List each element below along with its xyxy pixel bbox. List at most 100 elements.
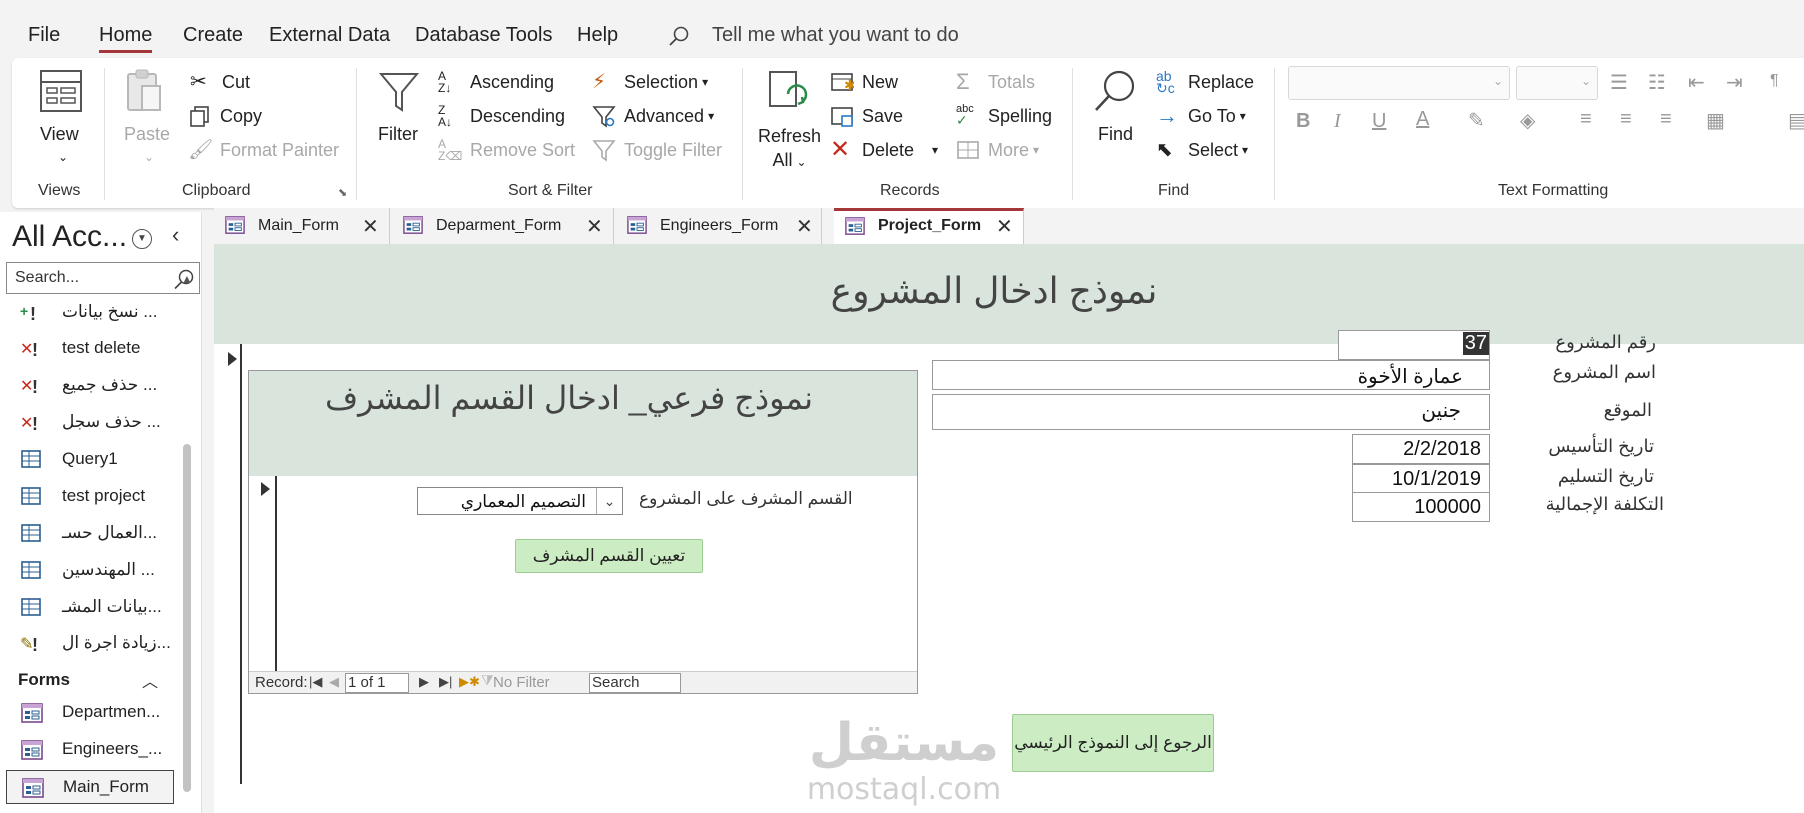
subform-record-selector[interactable] (249, 476, 277, 672)
menu-database-tools[interactable]: Database Tools (415, 24, 553, 47)
view-button[interactable]: View (40, 124, 79, 145)
nav-pane-title[interactable]: All Acc... (12, 220, 127, 254)
align-right-icon[interactable]: ≡ (1660, 108, 1672, 131)
select-button[interactable]: ⬉ Select ▾ (1156, 138, 1248, 162)
tell-me-search[interactable]: Tell me what you want to do (712, 24, 959, 47)
first-record-icon[interactable]: |◀ (309, 674, 322, 690)
paste-dropdown-icon[interactable]: ⌄ (144, 150, 154, 164)
increase-indent-icon[interactable]: ⇥ (1726, 70, 1743, 95)
nav-item-query[interactable]: ✕! test delete (0, 332, 172, 366)
nav-item-form-selected[interactable]: Main_Form (6, 770, 174, 804)
nav-search-input[interactable]: Search... (6, 262, 200, 294)
decrease-indent-icon[interactable]: ⇤ (1688, 70, 1705, 95)
nav-item-form[interactable]: Departmen... (0, 696, 172, 730)
gridlines-icon[interactable]: ▦ (1706, 108, 1725, 133)
scrollbar-thumb[interactable] (183, 444, 191, 792)
nav-item-query[interactable]: +! نسخ بيانات ... (0, 296, 172, 330)
font-color-icon[interactable]: A (1416, 108, 1429, 131)
italic-icon[interactable]: I (1334, 110, 1341, 133)
totals-button[interactable]: Σ Totals (956, 70, 1035, 94)
prev-record-icon[interactable]: ◀ (329, 674, 339, 690)
record-selector[interactable] (214, 344, 242, 784)
assign-dept-button[interactable]: تعيين القسم المشرف (515, 539, 703, 573)
selection-button[interactable]: ⚡ Selection ▾ (592, 70, 708, 94)
nav-item-query[interactable]: العمال حسـ... (0, 517, 172, 551)
tab-engineers-form[interactable]: Engineers_Form ✕ (616, 208, 822, 244)
menu-home[interactable]: Home (99, 24, 153, 53)
goto-button[interactable]: → Go To ▾ (1156, 104, 1246, 128)
delete-record-button[interactable]: ✕ Delete ▾ (830, 138, 938, 162)
forms-section-header[interactable]: Forms (18, 670, 70, 690)
filter-button[interactable]: Filter (378, 124, 418, 145)
highlight-icon[interactable]: ✎ (1468, 108, 1485, 133)
collapse-section-icon[interactable]: ︿ (142, 668, 158, 692)
no-filter-indicator[interactable]: No Filter (493, 674, 550, 691)
save-record-button[interactable]: Save (830, 104, 903, 128)
paragraph-icon[interactable]: ¶ (1770, 72, 1779, 90)
paste-button[interactable]: Paste (124, 124, 170, 145)
tab-deparment-form[interactable]: Deparment_Form ✕ (392, 208, 614, 244)
menu-external-data[interactable]: External Data (269, 24, 390, 47)
advanced-button[interactable]: Advanced ▾ (592, 104, 714, 128)
close-icon[interactable]: ✕ (586, 214, 603, 239)
nav-item-query[interactable]: Query1 (0, 443, 172, 477)
copy-button[interactable]: Copy (188, 104, 262, 128)
filter-icon[interactable] (378, 70, 420, 114)
spelling-button[interactable]: abc ✓ Spelling (956, 104, 1052, 128)
refresh-icon[interactable] (766, 68, 808, 114)
close-icon[interactable]: ✕ (796, 214, 813, 239)
tab-main-form[interactable]: Main_Form ✕ (214, 208, 390, 244)
numbering-icon[interactable]: ☷ (1648, 70, 1666, 95)
bullets-icon[interactable]: ☰ (1610, 70, 1628, 95)
align-center-icon[interactable]: ≡ (1620, 108, 1632, 131)
nav-scrollbar[interactable]: ▲ (180, 272, 194, 792)
bold-icon[interactable]: B (1296, 110, 1310, 133)
nav-item-query[interactable]: ✕! حذف جميع ... (0, 369, 172, 403)
dialog-launcher-icon[interactable]: ⬊ (338, 186, 347, 199)
descending-button[interactable]: Z A↓ Descending (438, 104, 565, 128)
find-button[interactable]: Find (1098, 124, 1133, 145)
nav-item-form[interactable]: Engineers_... (0, 733, 172, 767)
view-dropdown-icon[interactable]: ⌄ (58, 150, 68, 164)
nav-item-query[interactable]: المهندسين ... (0, 554, 172, 588)
nav-dropdown-icon[interactable]: ▼ (132, 229, 152, 249)
toggle-filter-button[interactable]: Toggle Filter (592, 138, 722, 162)
cut-button[interactable]: ✂ Cut (190, 70, 250, 94)
align-left-icon[interactable]: ≡ (1580, 108, 1592, 131)
replace-button[interactable]: ab ↻c Replace (1156, 69, 1254, 95)
total-cost-field[interactable]: 100000 (1352, 492, 1490, 522)
tab-project-form[interactable]: Project_Form ✕ (834, 208, 1024, 244)
nav-item-query[interactable]: بيانات المشـ... (0, 591, 172, 625)
nav-item-query[interactable]: test project (0, 480, 172, 514)
menu-help[interactable]: Help (577, 24, 618, 47)
founded-date-field[interactable]: 2/2/2018 (1352, 434, 1490, 464)
collapse-pane-icon[interactable]: ‹ (172, 222, 179, 248)
font-name-select[interactable]: ⌄ (1288, 66, 1510, 100)
location-field[interactable]: جنين (932, 394, 1490, 430)
view-icon[interactable] (38, 68, 84, 114)
format-painter-button[interactable]: 🖌 Format Painter (188, 138, 339, 162)
project-id-field[interactable]: 37 (1338, 330, 1490, 360)
underline-icon[interactable]: U (1372, 110, 1386, 133)
new-record-button[interactable]: ✱ New (830, 70, 898, 94)
more-button[interactable]: More ▾ (956, 138, 1039, 162)
delivery-date-field[interactable]: 10/1/2019 (1352, 464, 1490, 494)
alternate-row-icon[interactable]: ▤ (1788, 108, 1804, 133)
record-search-input[interactable]: Search (589, 673, 681, 693)
nav-item-query[interactable]: ✕! حذف سجل ... (0, 406, 172, 440)
menu-create[interactable]: Create (183, 24, 243, 47)
supervising-dept-combobox[interactable]: التصميم المعماري ⌄ (417, 487, 623, 515)
close-icon[interactable]: ✕ (362, 214, 379, 239)
current-record-input[interactable]: 1 of 1 (345, 673, 409, 693)
fill-color-icon[interactable]: ◈ (1520, 108, 1535, 133)
find-magnifier-icon[interactable] (1092, 68, 1138, 114)
close-icon[interactable]: ✕ (996, 214, 1013, 239)
font-size-select[interactable]: ⌄ (1516, 66, 1598, 100)
next-record-icon[interactable]: ▶ (419, 674, 429, 690)
ascending-button[interactable]: A Z↓ Ascending (438, 70, 554, 94)
paste-icon[interactable] (124, 68, 164, 114)
project-name-field[interactable]: عمارة الأخوة (932, 360, 1490, 390)
nav-item-query[interactable]: ✎! زيادة اجرة ال... (0, 627, 172, 661)
remove-sort-button[interactable]: A Z⌫ Remove Sort (438, 138, 575, 162)
refresh-all-button[interactable]: Refresh All ⌄ (758, 124, 821, 174)
